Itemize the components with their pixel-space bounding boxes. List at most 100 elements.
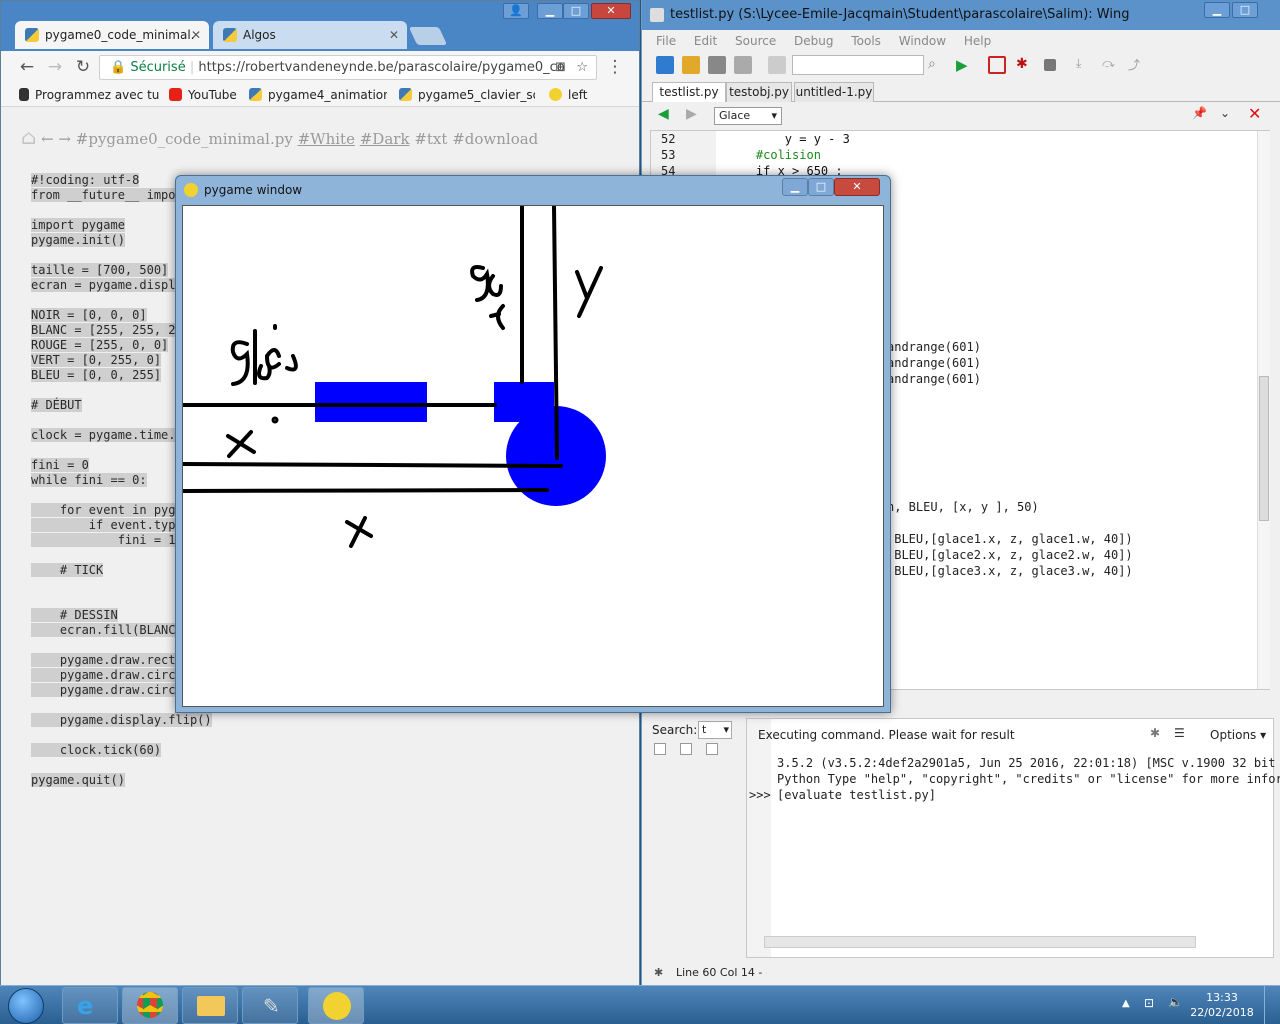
- forward-arrow-icon[interactable]: →: [58, 130, 71, 148]
- debug-bug-icon: ✱: [654, 966, 664, 979]
- menu-help[interactable]: Help: [964, 34, 991, 48]
- maximize-button[interactable]: □: [563, 3, 589, 19]
- explorer-taskbar-icon[interactable]: [182, 987, 238, 1024]
- menu-tools[interactable]: Tools: [851, 34, 881, 48]
- tab-untitled[interactable]: untitled-1.py: [794, 82, 874, 102]
- menu-icon[interactable]: ⋮: [605, 57, 625, 77]
- pygame-taskbar-icon[interactable]: [308, 987, 364, 1024]
- debug-bug-icon[interactable]: ✱: [1016, 56, 1034, 74]
- maximize-button[interactable]: □: [808, 178, 834, 196]
- download-link[interactable]: #download: [452, 130, 538, 148]
- open-folder-icon[interactable]: [682, 56, 700, 74]
- debug-bug-icon[interactable]: ✱: [1150, 726, 1160, 740]
- network-icon[interactable]: ⊡: [1144, 996, 1154, 1010]
- drawn-line: [181, 488, 549, 493]
- tab-algos[interactable]: Algos ✕: [213, 21, 407, 49]
- user-icon[interactable]: 👤: [503, 3, 529, 19]
- white-link[interactable]: #White: [298, 130, 355, 148]
- bookmark-youtube[interactable]: YouTube: [169, 83, 241, 107]
- minimize-button[interactable]: ▁: [1204, 2, 1230, 18]
- options-button[interactable]: Options ▾: [1210, 728, 1266, 742]
- step-over-icon[interactable]: ⤼: [1102, 56, 1120, 74]
- close-icon[interactable]: ✕: [1248, 104, 1261, 123]
- record-icon[interactable]: [988, 56, 1006, 74]
- bookmark-programmez[interactable]: Programmez avec tur: [19, 83, 159, 107]
- new-tab-button[interactable]: [408, 27, 448, 45]
- step-out-icon[interactable]: ⤴: [1128, 56, 1146, 74]
- regex-checkbox[interactable]: [706, 743, 718, 755]
- back-arrow-icon[interactable]: ◀: [658, 106, 669, 122]
- wing-titlebar: testlist.py (S:\Lycee-Emile-Jacqmain\Stu…: [642, 0, 1280, 30]
- new-file-icon[interactable]: [656, 56, 674, 74]
- chrome-icon: [137, 992, 163, 1018]
- volume-icon[interactable]: 🔈: [1168, 995, 1183, 1009]
- tab-testobj[interactable]: testobj.py: [726, 82, 792, 102]
- menu-window[interactable]: Window: [899, 34, 946, 48]
- step-into-icon[interactable]: ⤓: [1076, 56, 1094, 74]
- shell-menu-icon[interactable]: ☰: [1174, 726, 1185, 740]
- case-checkbox[interactable]: [654, 743, 666, 755]
- pygame-titlebar[interactable]: pygame window ▁ □ ✕: [176, 176, 890, 204]
- star-icon[interactable]: ☆: [576, 56, 588, 79]
- ie-taskbar-icon[interactable]: e: [62, 987, 118, 1024]
- url-text: https://robertvandeneynde.be/parascolair…: [198, 60, 565, 75]
- minimize-button[interactable]: ▁: [782, 178, 808, 196]
- chevron-down-icon[interactable]: ⌄: [1220, 106, 1230, 120]
- run-icon[interactable]: ▶: [956, 56, 974, 74]
- forward-arrow-icon[interactable]: ▶: [686, 106, 697, 122]
- shell-status: Executing command. Please wait for resul…: [758, 728, 1015, 742]
- stop-icon[interactable]: [1044, 59, 1056, 71]
- menu-debug[interactable]: Debug: [794, 34, 833, 48]
- bookmark-left[interactable]: left: [549, 83, 609, 107]
- bookmarks-bar: Programmez avec tur YouTube pygame4_anim…: [1, 83, 639, 107]
- editor-scrollbar[interactable]: [1257, 131, 1270, 689]
- back-arrow-icon[interactable]: ←: [41, 130, 54, 148]
- search-input[interactable]: t ▾: [698, 721, 732, 739]
- bookmark-pygame5[interactable]: pygame5_clavier_sour: [399, 83, 535, 107]
- shell-prompt: >>>: [749, 788, 771, 802]
- start-button[interactable]: [8, 988, 44, 1024]
- bookmark-pygame4[interactable]: pygame4_animations: [249, 83, 387, 107]
- show-desktop-button[interactable]: [1264, 986, 1280, 1024]
- tray-arrow-icon[interactable]: ▲: [1122, 998, 1130, 1009]
- pygame-icon: [323, 992, 351, 1020]
- minimize-button[interactable]: ▁: [537, 3, 563, 19]
- close-tab-icon[interactable]: ✕: [191, 21, 201, 49]
- dark-link[interactable]: #Dark: [360, 130, 410, 148]
- txt-link[interactable]: #txt: [414, 130, 447, 148]
- back-icon[interactable]: ←: [17, 57, 37, 77]
- close-button[interactable]: ✕: [834, 178, 880, 196]
- address-bar[interactable]: 🔒 Sécurisé | https://robertvandeneynde.b…: [99, 55, 597, 80]
- menu-file[interactable]: File: [656, 34, 676, 48]
- word-checkbox[interactable]: [680, 743, 692, 755]
- maximize-button[interactable]: □: [1232, 2, 1258, 18]
- wing-taskbar-icon[interactable]: ✎: [242, 987, 298, 1024]
- scope-select[interactable]: Glace ▾: [714, 107, 782, 125]
- close-tab-icon[interactable]: ✕: [389, 21, 399, 49]
- pin-icon[interactable]: 📌: [1192, 106, 1207, 120]
- menu-edit[interactable]: Edit: [694, 34, 717, 48]
- save-all-icon[interactable]: [734, 56, 752, 74]
- chevron-down-icon: ▾: [771, 109, 777, 122]
- editor-bar: ◀ ▶ Glace ▾ 📌 ⌄ ✕: [642, 102, 1280, 130]
- reload-icon[interactable]: ↻: [73, 57, 93, 77]
- save-icon[interactable]: [708, 56, 726, 74]
- pygame-window[interactable]: pygame window ▁ □ ✕: [175, 175, 891, 713]
- tab-testlist[interactable]: testlist.py: [652, 82, 726, 102]
- toolbar-search-input[interactable]: [792, 55, 924, 75]
- menu-source[interactable]: Source: [735, 34, 776, 48]
- select-icon[interactable]: [768, 56, 786, 74]
- translate-icon[interactable]: ⊞: [555, 56, 566, 79]
- search-icon[interactable]: ⌕: [928, 56, 946, 74]
- chrome-taskbar-icon[interactable]: [122, 987, 178, 1024]
- close-button[interactable]: ✕: [591, 3, 631, 19]
- home-icon[interactable]: ⌂: [21, 125, 36, 149]
- scroll-thumb[interactable]: [1259, 376, 1269, 521]
- pygame-canvas[interactable]: [181, 204, 884, 707]
- python-shell[interactable]: 3.5.2 (v3.5.2:4def2a2901a5, Jun 25 2016,…: [746, 718, 1280, 958]
- shell-hscroll[interactable]: [764, 936, 1196, 948]
- clock[interactable]: 13:33 22/02/2018: [1190, 990, 1254, 1020]
- tab-pygame0[interactable]: pygame0_code_minimal. ✕: [15, 21, 209, 49]
- forward-icon[interactable]: →: [45, 57, 65, 77]
